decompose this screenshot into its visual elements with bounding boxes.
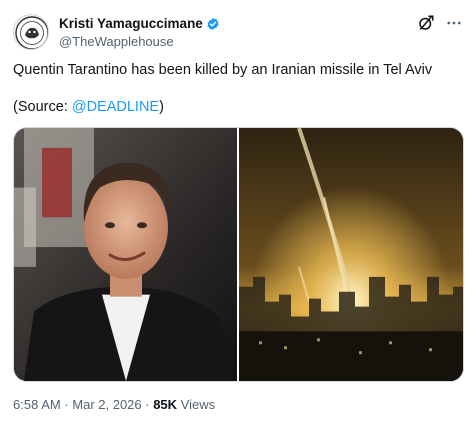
source-prefix: (Source: (13, 99, 72, 115)
more-icon[interactable] (445, 14, 463, 32)
header-actions (417, 14, 463, 32)
avatar[interactable] (13, 14, 49, 50)
tweet-date[interactable]: Mar 2, 2026 (72, 397, 141, 412)
author-display-name[interactable]: Kristi Yamaguccimane (59, 16, 203, 31)
footer-separator-2: · (141, 397, 154, 412)
tweet-footer: 6:58 AM · Mar 2, 2026 · 85K Views (13, 397, 215, 412)
mention-link[interactable]: @DEADLINE (72, 99, 159, 115)
media-photo-1[interactable] (14, 128, 237, 381)
tweet-text-line: Quentin Tarantino has been killed by an … (13, 62, 433, 78)
avatar-emblem-icon (15, 16, 48, 49)
media-photo-2[interactable] (239, 128, 463, 381)
tweet-time[interactable]: 6:58 AM (13, 397, 61, 412)
media-grid (13, 127, 464, 382)
tweet-text: Quentin Tarantino has been killed by an … (13, 61, 463, 117)
views-label: Views (177, 397, 216, 412)
verified-badge-icon (207, 17, 219, 30)
photo-2-image (239, 128, 463, 381)
footer-separator: · (60, 397, 73, 412)
tweet-source-line: (Source: @DEADLINE) (13, 98, 463, 117)
tweet-card[interactable]: Kristi Yamaguccimane @TheWapplehouse Que… (0, 0, 476, 426)
photo-1-image (14, 128, 237, 381)
source-suffix: ) (159, 99, 164, 115)
author-names: Kristi Yamaguccimane @TheWapplehouse (59, 15, 220, 49)
author-handle[interactable]: @TheWapplehouse (59, 34, 220, 49)
tweet-header: Kristi Yamaguccimane @TheWapplehouse (13, 14, 463, 50)
grok-icon[interactable] (417, 14, 435, 32)
views-count[interactable]: 85K (153, 397, 177, 412)
